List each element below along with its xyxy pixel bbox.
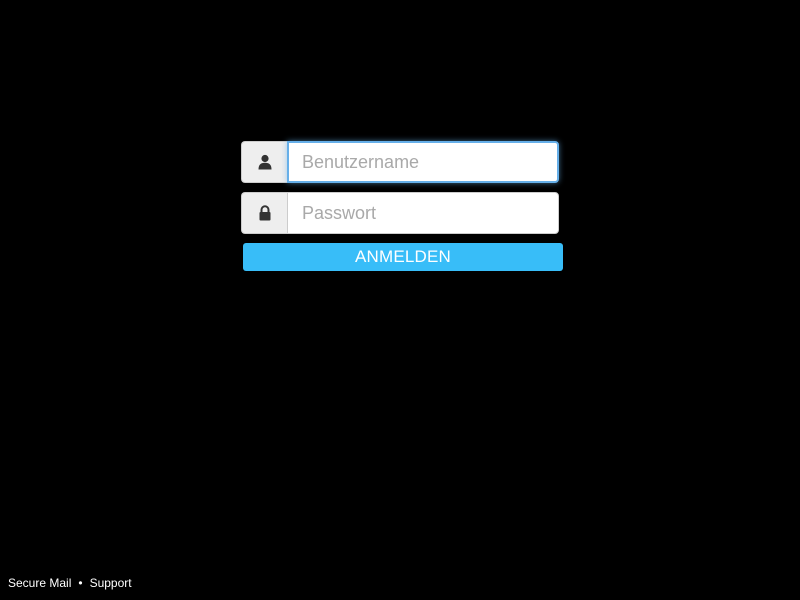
footer-link-support[interactable]: Support	[90, 576, 132, 590]
password-group	[241, 192, 559, 234]
login-button[interactable]: ANMELDEN	[243, 243, 563, 271]
username-input[interactable]	[287, 141, 559, 183]
footer-separator: •	[78, 576, 83, 590]
user-icon	[241, 141, 287, 183]
footer-link-secure-mail[interactable]: Secure Mail	[8, 576, 71, 590]
login-form: ANMELDEN	[241, 141, 563, 271]
password-input[interactable]	[287, 192, 559, 234]
username-group	[241, 141, 559, 183]
footer: Secure Mail • Support	[8, 576, 132, 590]
lock-icon	[241, 192, 287, 234]
